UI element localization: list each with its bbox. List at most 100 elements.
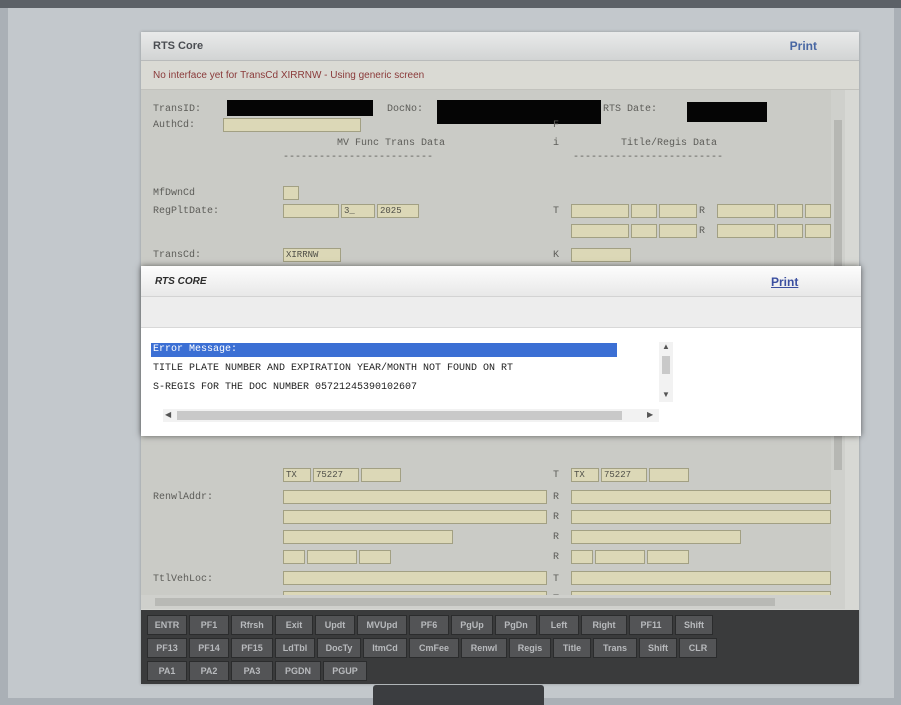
fkey-pf6[interactable]: PF6 xyxy=(409,615,449,635)
renwl-zipext-field-left[interactable] xyxy=(359,550,391,564)
fkey-exit[interactable]: Exit xyxy=(275,615,313,635)
state-field-right[interactable]: TX xyxy=(571,468,599,482)
renwl-city-field-left[interactable] xyxy=(283,530,453,544)
fkey-rfrsh[interactable]: Rfrsh xyxy=(231,615,273,635)
zip-ext-field-left[interactable] xyxy=(361,468,401,482)
renwl-addr-line2-right[interactable] xyxy=(571,510,831,524)
fkey-pf14[interactable]: PF14 xyxy=(189,638,229,658)
fkey-title[interactable]: Title xyxy=(553,638,591,658)
fkey-pf11[interactable]: PF11 xyxy=(629,615,673,635)
k-field[interactable] xyxy=(571,248,631,262)
transcd-field[interactable]: XIRRNW xyxy=(283,248,341,262)
state-field-left[interactable]: TX xyxy=(283,468,311,482)
fkey-left[interactable]: Left xyxy=(539,615,579,635)
title-date-field-1[interactable] xyxy=(571,204,629,218)
fkey-entr[interactable]: ENTR xyxy=(147,615,187,635)
title-regis-header: Title/Regis Data xyxy=(621,138,718,149)
renwladdr-label: RenwlAddr: xyxy=(153,492,214,503)
title-date2-field-1[interactable] xyxy=(571,224,629,238)
title-date2-field-2[interactable] xyxy=(631,224,657,238)
top-bar xyxy=(0,0,901,8)
window-title: RTS Core xyxy=(153,40,204,52)
fkey-mvupd[interactable]: MVUpd xyxy=(357,615,407,635)
renwl-zip-field-right[interactable] xyxy=(595,550,645,564)
fkey-shift[interactable]: Shift xyxy=(639,638,677,658)
dialog-body: Error Message: TITLE PLATE NUMBER AND EX… xyxy=(141,328,861,436)
fkey-pgdn[interactable]: PGDN xyxy=(275,661,321,681)
fkey-renwl[interactable]: Renwl xyxy=(461,638,507,658)
scroll-up-icon[interactable]: ▲ xyxy=(662,342,670,351)
message-vertical-scrollbar[interactable]: ▲ ▼ xyxy=(659,342,673,402)
message-vscroll-thumb[interactable] xyxy=(662,356,670,374)
authcd-field[interactable] xyxy=(223,118,361,132)
regis-date2-field-2[interactable] xyxy=(777,224,803,238)
rtsdate-label: RTS Date: xyxy=(603,104,658,115)
screen-hscroll-thumb[interactable] xyxy=(155,598,775,606)
renwl-city-field-right[interactable] xyxy=(571,530,741,544)
fkey-ldtbl[interactable]: LdTbl xyxy=(275,638,315,658)
fkey-pgup[interactable]: PgUp xyxy=(451,615,493,635)
regis-date-field-2[interactable] xyxy=(777,204,803,218)
ttlvehloc-field-right[interactable] xyxy=(571,571,831,585)
mv-header-rule: ------------------------- xyxy=(283,152,434,163)
zip-ext-field-right[interactable] xyxy=(649,468,689,482)
fkey-pgup[interactable]: PGUP xyxy=(323,661,367,681)
renwl-zip-field-left[interactable] xyxy=(307,550,357,564)
fkey-docty[interactable]: DocTy xyxy=(317,638,361,658)
fkey-regis[interactable]: Regis xyxy=(509,638,551,658)
message-hscroll-thumb[interactable] xyxy=(177,411,622,420)
regplt-day-field[interactable] xyxy=(283,204,339,218)
title-date2-field-3[interactable] xyxy=(659,224,697,238)
scroll-right-icon[interactable]: ▶ xyxy=(647,410,653,419)
i-column-marker: i xyxy=(553,138,560,149)
t-column-marker: T xyxy=(553,206,560,217)
fkey-pf15[interactable]: PF15 xyxy=(231,638,273,658)
r-column-marker-3: R xyxy=(553,492,560,503)
error-message-box[interactable]: Error Message: TITLE PLATE NUMBER AND EX… xyxy=(151,340,657,406)
error-message-line-2: S-REGIS FOR THE DOC NUMBER 0572124539010… xyxy=(153,382,418,393)
fkey-clr[interactable]: CLR xyxy=(679,638,717,658)
title-header-rule: ------------------------- xyxy=(573,152,724,163)
regis-date2-field-1[interactable] xyxy=(717,224,775,238)
print-link[interactable]: Print xyxy=(790,39,817,53)
regis-date2-field-3[interactable] xyxy=(805,224,831,238)
regis-date-field-1[interactable] xyxy=(717,204,775,218)
dialog-print-link[interactable]: Print xyxy=(771,275,798,289)
fkey-pf13[interactable]: PF13 xyxy=(147,638,187,658)
renwl-state-field-right[interactable] xyxy=(571,550,593,564)
regplt-year-field[interactable]: 2025 xyxy=(377,204,419,218)
r-column-marker-4: R xyxy=(553,512,560,523)
regis-date-field-3[interactable] xyxy=(805,204,831,218)
mfdwncd-field[interactable] xyxy=(283,186,299,200)
zip-field-left[interactable]: 75227 xyxy=(313,468,359,482)
t-column-marker-2: T xyxy=(553,470,560,481)
renwl-zipext-field-right[interactable] xyxy=(647,550,689,564)
renwl-addr-line2-left[interactable] xyxy=(283,510,547,524)
renwl-addr-line1-left[interactable] xyxy=(283,490,547,504)
ttlvehloc-field-left[interactable] xyxy=(283,571,547,585)
fkey-pf1[interactable]: PF1 xyxy=(189,615,229,635)
fkey-shift[interactable]: Shift xyxy=(675,615,713,635)
fkey-pgdn[interactable]: PgDn xyxy=(495,615,537,635)
fkey-cmfee[interactable]: CmFee xyxy=(409,638,459,658)
fkey-pa1[interactable]: PA1 xyxy=(147,661,187,681)
function-key-bar: ENTR PF1 Rfrsh Exit Updt MVUpd PF6 PgUp PgDn Left… xyxy=(141,610,859,684)
transcd-label: TransCd: xyxy=(153,250,202,261)
title-date-field-3[interactable] xyxy=(659,204,697,218)
scroll-down-icon[interactable]: ▼ xyxy=(662,390,670,399)
regplt-month-field[interactable]: 3_ xyxy=(341,204,375,218)
fkey-updt[interactable]: Updt xyxy=(315,615,355,635)
t-column-marker-3: T xyxy=(553,574,560,585)
fkey-trans[interactable]: Trans xyxy=(593,638,637,658)
fkey-pa2[interactable]: PA2 xyxy=(189,661,229,681)
screen-horizontal-scrollbar[interactable] xyxy=(141,595,845,609)
fkey-right[interactable]: Right xyxy=(581,615,627,635)
title-date-field-2[interactable] xyxy=(631,204,657,218)
renwl-addr-line1-right[interactable] xyxy=(571,490,831,504)
zip-field-right[interactable]: 75227 xyxy=(601,468,647,482)
fkey-pa3[interactable]: PA3 xyxy=(231,661,273,681)
scroll-left-icon[interactable]: ◀ xyxy=(165,410,171,419)
message-horizontal-scrollbar[interactable]: ◀ ▶ xyxy=(163,409,659,422)
fkey-itmcd[interactable]: ItmCd xyxy=(363,638,407,658)
renwl-state-field-left[interactable] xyxy=(283,550,305,564)
